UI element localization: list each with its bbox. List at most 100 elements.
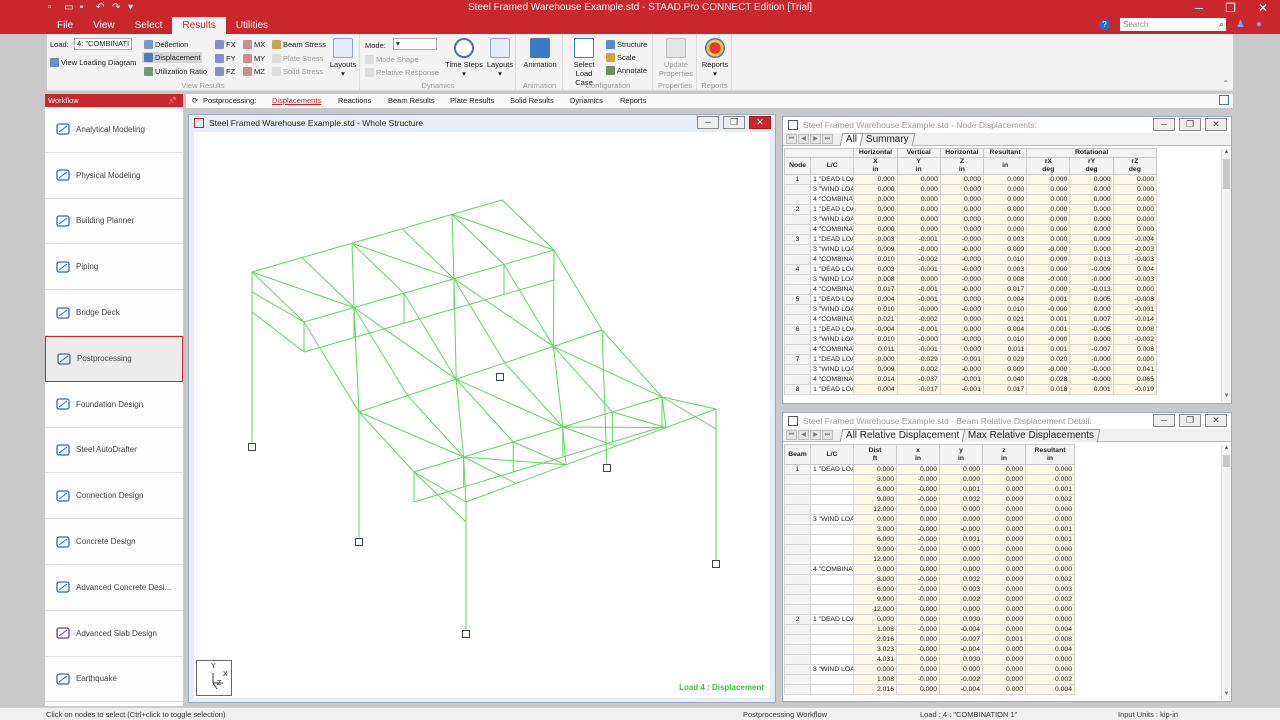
frame-member[interactable] — [401, 228, 455, 280]
table-row[interactable]: 3 "WIND LOA 0.010 -0.000 -0.000 0.010 -0.000 0… — [784, 304, 1158, 315]
menu-file[interactable]: File — [47, 17, 83, 34]
frame-member[interactable] — [455, 378, 564, 428]
first-tab-icon[interactable]: ⏮ — [786, 134, 797, 144]
frame-member[interactable] — [353, 307, 457, 380]
frame-member[interactable] — [501, 199, 555, 251]
workflow-item-earthquake[interactable]: Earthquake — [45, 656, 183, 703]
frame-member[interactable] — [358, 411, 415, 473]
table-row[interactable]: 21 "DEAD LOA 0.000 0.000 0.000 0.000 0.000 0.0… — [784, 204, 1158, 215]
frame-member[interactable] — [351, 243, 355, 308]
frame-member[interactable] — [455, 379, 465, 458]
viewport-minimize-button[interactable]: ─ — [697, 116, 719, 129]
viewport-restore-button[interactable]: ❐ — [723, 116, 745, 129]
table-row[interactable]: 6.000 -0.000 0.001 0.000 0.001 — [784, 534, 1075, 545]
frame-member[interactable] — [601, 329, 663, 398]
table-row[interactable]: 12.000 0.000 0.000 0.000 0.000 — [784, 554, 1075, 565]
support-node-icon[interactable] — [248, 443, 256, 451]
frame-member[interactable] — [601, 329, 608, 469]
frame-member[interactable] — [301, 257, 355, 308]
table-row[interactable]: 3.000 -0.000 -0.000 0.000 0.001 — [784, 524, 1075, 535]
tab-beam-results[interactable]: Beam Results — [388, 96, 435, 105]
table-row[interactable]: 9.000 -0.000 0.000 0.000 0.000 — [784, 544, 1075, 555]
table-row[interactable]: 4 "COMBINAT 0.021 -0.002 0.000 0.021 0.001 0.0… — [784, 314, 1158, 325]
frame-member[interactable] — [451, 213, 555, 251]
viewport-close-button[interactable]: ✕ — [749, 116, 771, 129]
frame-member[interactable] — [351, 242, 405, 294]
support-node-icon[interactable] — [603, 464, 611, 472]
table-row[interactable]: 9.000 -0.000 0.002 0.000 0.002 — [784, 494, 1075, 505]
last-tab-icon[interactable]: ⏭ — [822, 430, 833, 440]
node-table-restore-button[interactable]: ❐ — [1179, 118, 1201, 131]
scroll-up-icon[interactable]: ▲ — [1222, 149, 1231, 158]
frame-member[interactable] — [612, 411, 667, 429]
support-node-icon[interactable] — [355, 538, 363, 546]
workflow-item-piping[interactable]: Piping — [45, 244, 183, 291]
reports-button[interactable]: Reports ▾ — [700, 38, 730, 78]
table-row[interactable]: 6.000 -0.000 0.001 0.000 0.001 — [784, 484, 1075, 495]
table-row[interactable]: 3 "WIND LOA 0.009 0.002 -0.000 0.009 -0.000 -0… — [784, 364, 1158, 375]
tab-reactions[interactable]: Reactions — [338, 96, 371, 105]
deflection-button[interactable]: Deflection — [144, 40, 188, 49]
table-row[interactable]: 3.000 -0.000 0.002 0.000 0.002 — [784, 574, 1075, 585]
table-row[interactable]: 4 "COMBINAT 0.017 -0.001 -0.000 0.017 0.000 -0… — [784, 284, 1158, 295]
workflow-item-bridge-deck[interactable]: Bridge Deck — [45, 290, 183, 336]
node-table-close-button[interactable]: ✕ — [1205, 118, 1227, 131]
table-row[interactable]: 4 "COMBINAT 0.000 0.000 0.000 0.000 0.000 — [784, 564, 1075, 575]
load-select[interactable]: 4: "COMBINATI — [74, 38, 132, 50]
scroll-down-icon[interactable]: ▼ — [1222, 691, 1231, 700]
structure-wireframe[interactable] — [194, 132, 772, 700]
table-row[interactable]: 31 "DEAD LOA -0.003 -0.001 -0.000 0.003 0.000… — [784, 234, 1158, 245]
table-row[interactable]: 3 "WIND LOA 0.009 -0.000 -0.000 0.009 -0.000 0… — [784, 244, 1158, 255]
scroll-up-icon[interactable]: ▲ — [1222, 445, 1231, 454]
next-tab-icon[interactable]: ▶ — [810, 134, 821, 144]
frame-member[interactable] — [407, 395, 464, 458]
displacement-button[interactable]: Displacement — [142, 52, 203, 63]
frame-member[interactable] — [455, 378, 514, 443]
table-row[interactable]: 4 "COMBINAT 0.011 -0.001 0.000 0.011 0.001 -0.… — [784, 344, 1158, 355]
mx-button[interactable]: MX — [243, 40, 265, 49]
frame-member[interactable] — [413, 396, 663, 473]
model-viewport[interactable]: Y X Z Load 4 : Displacement — [194, 132, 770, 698]
next-tab-icon[interactable]: ▶ — [810, 430, 821, 440]
help-icon[interactable]: ? — [1099, 19, 1110, 30]
table-row[interactable]: 11 "DEAD LOA 0.000 0.000 0.000 0.000 0.000 — [784, 464, 1075, 475]
table-row[interactable]: 2.016 0.000 -0.007 0.001 0.008 — [784, 634, 1075, 645]
my-button[interactable]: MY — [243, 54, 265, 63]
table-row[interactable]: 12.000 0.000 0.000 0.000 0.000 — [784, 604, 1075, 615]
last-tab-icon[interactable]: ⏭ — [822, 134, 833, 144]
user-account-icon[interactable]: ● — [1256, 19, 1266, 30]
table-row[interactable]: 21 "DEAD LOA 0.000 0.000 0.000 0.000 0.000 — [784, 614, 1075, 625]
workflow-item-postprocessing[interactable]: Postprocessing — [45, 335, 183, 382]
tab-reports[interactable]: Reports — [620, 96, 646, 105]
beam-table-close-button[interactable]: ✕ — [1205, 414, 1227, 427]
search-input[interactable]: Search ⌕ — [1120, 18, 1226, 31]
support-node-icon[interactable] — [712, 560, 720, 568]
beam-tab-max-relative[interactable]: Max Relative Displacements — [962, 429, 1101, 442]
table-row[interactable]: 3 "WIND LOA 0.000 0.000 0.000 0.000 0.000 — [784, 514, 1075, 525]
minimize-button[interactable]: ─ — [1195, 0, 1204, 17]
node-table-scroll-thumb[interactable] — [1223, 159, 1230, 189]
structure-button[interactable]: Structure — [606, 40, 647, 49]
table-row[interactable]: 3 "WIND LOA 0.000 0.000 0.000 0.000 0.000 0.00… — [784, 214, 1158, 225]
support-node-icon[interactable] — [462, 630, 470, 638]
frame-member[interactable] — [403, 292, 457, 380]
table-row[interactable]: 3.000 -0.000 0.000 0.000 0.000 — [784, 474, 1075, 485]
tab-plate-results[interactable]: Plate Results — [450, 96, 494, 105]
dynamics-layouts-button[interactable]: Layouts ▾ — [485, 38, 515, 78]
table-row[interactable]: 4 "COMBINAT 0.010 -0.002 -0.000 0.010 0.000 0.… — [784, 254, 1158, 265]
frame-member[interactable] — [358, 329, 603, 413]
beam-stress-button[interactable]: Beam Stress — [272, 40, 326, 49]
frame-member[interactable] — [553, 249, 603, 331]
workflow-item-connection-design[interactable]: Connection Design — [45, 473, 183, 520]
utilization-ratio-button[interactable]: Utilization Ratio — [144, 67, 207, 76]
table-row[interactable]: 3 "WIND LOA 0.008 0.000 -0.000 0.008 -0.000 -0… — [784, 274, 1158, 285]
mz-button[interactable]: MZ — [243, 67, 265, 76]
mode-select[interactable]: ▾ — [393, 38, 437, 50]
beam-tab-all-relative[interactable]: All Relative Displacement — [839, 429, 966, 442]
frame-member[interactable] — [661, 396, 667, 428]
workflow-item-advanced-slab-design[interactable]: Advanced Slab Design — [45, 610, 183, 657]
node-tab-summary[interactable]: Summary — [859, 133, 916, 146]
frame-member[interactable] — [251, 199, 503, 273]
frame-member[interactable] — [251, 271, 355, 309]
close-button[interactable]: ✕ — [1258, 0, 1268, 17]
